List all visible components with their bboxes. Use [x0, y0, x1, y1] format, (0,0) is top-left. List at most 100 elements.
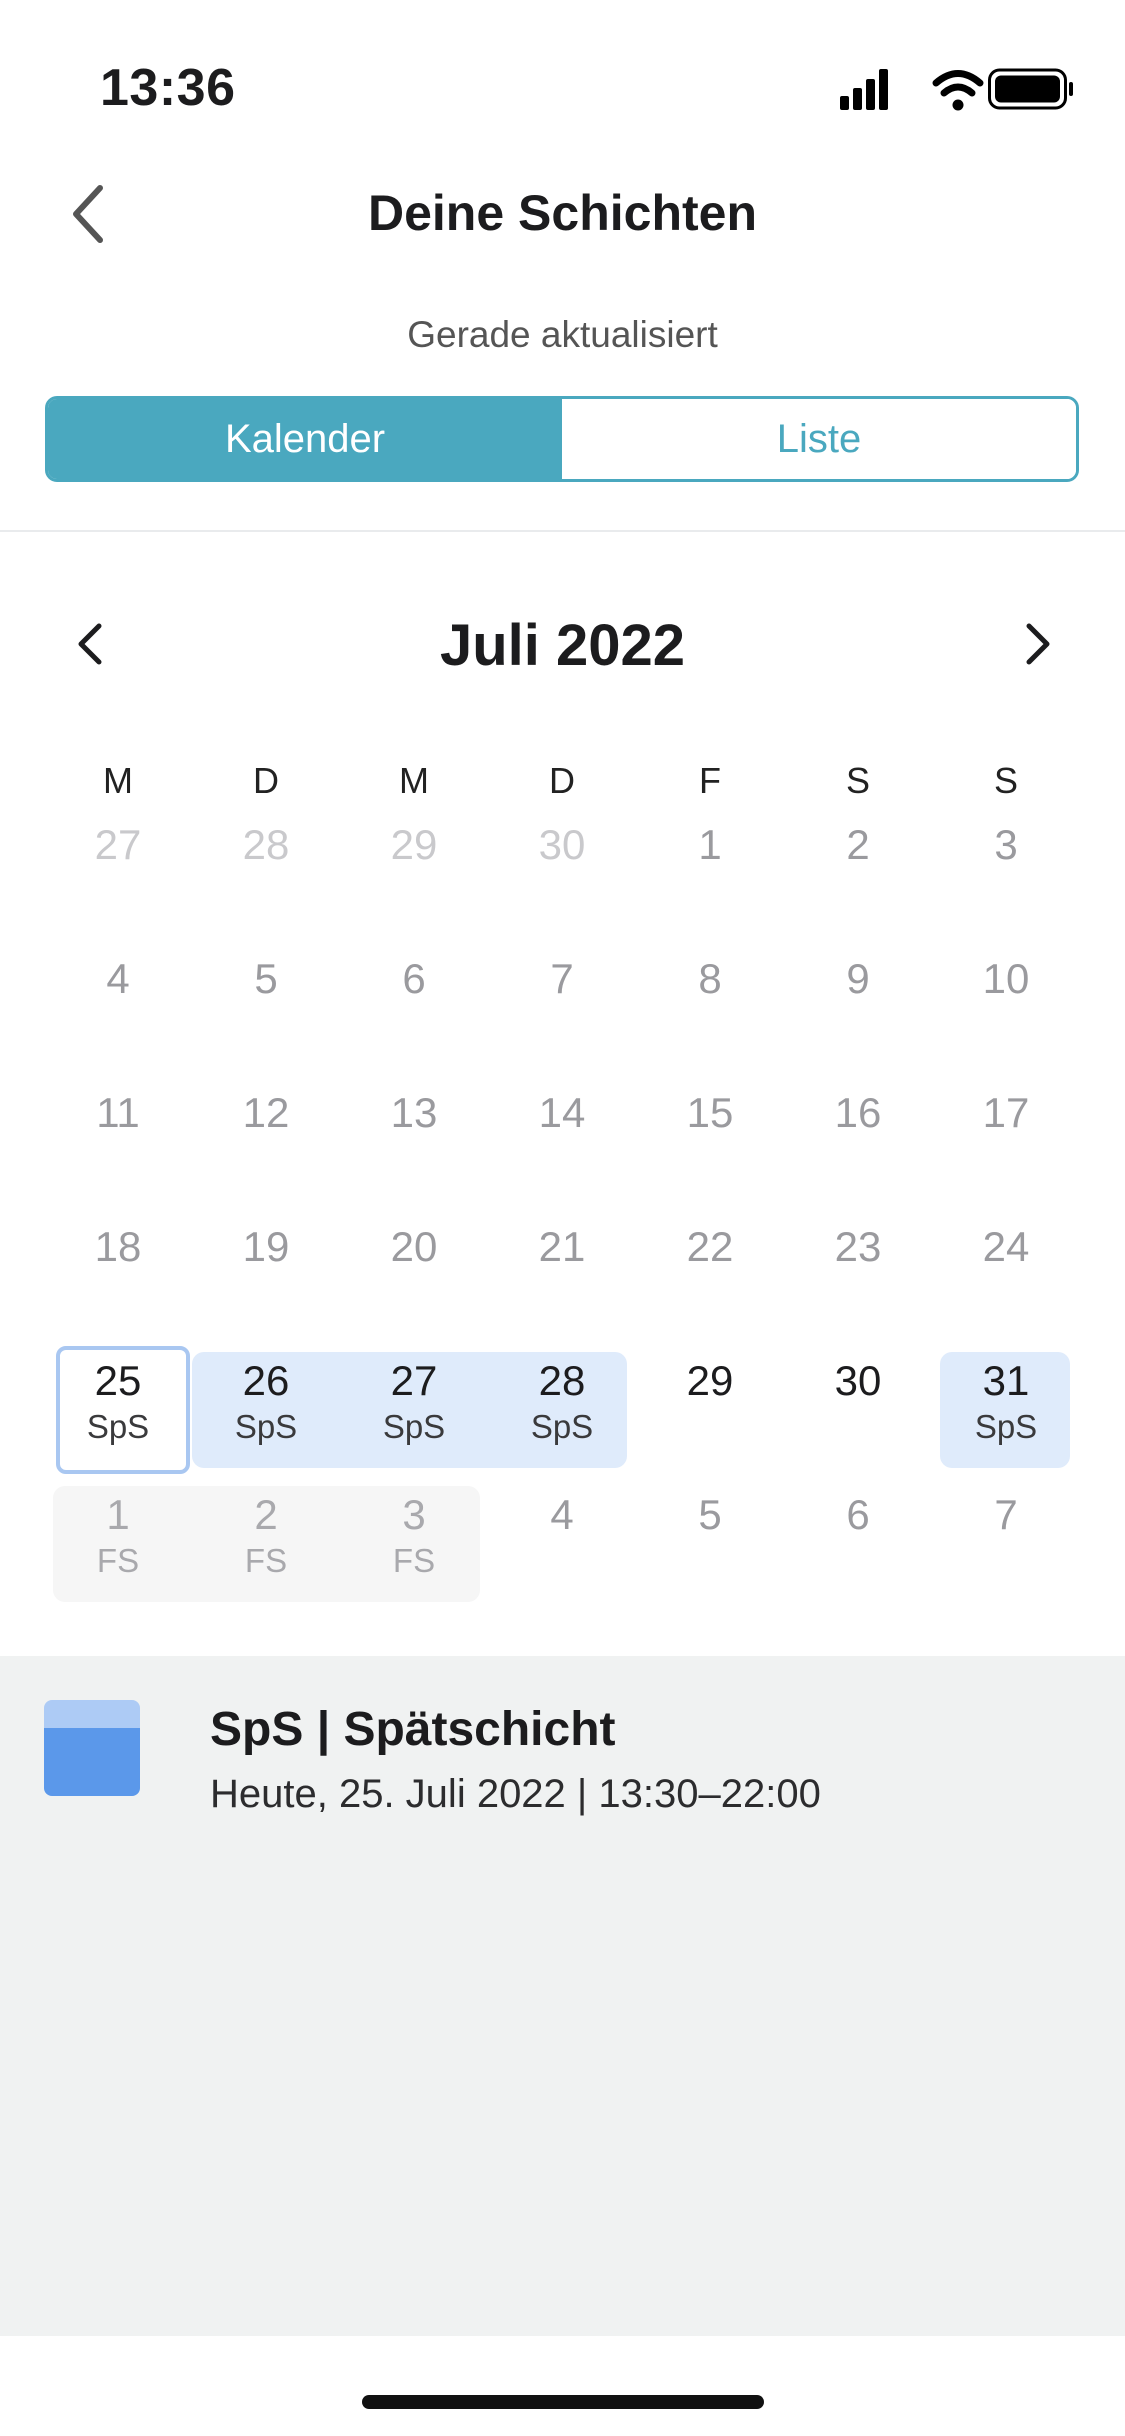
day-number: 29: [686, 1357, 734, 1404]
calendar-day[interactable]: 4: [44, 944, 192, 1064]
calendar-day[interactable]: 1: [636, 810, 784, 930]
calendar-day[interactable]: 29: [340, 810, 488, 930]
calendar-day[interactable]: 30: [784, 1346, 932, 1466]
shift-color-swatch: [44, 1700, 140, 1796]
calendar-day[interactable]: 28 SpS: [488, 1346, 636, 1466]
shift-code-label: FS: [392, 1542, 436, 1579]
calendar-day[interactable]: 14: [488, 1078, 636, 1198]
day-number: 31: [982, 1357, 1030, 1404]
month-title: Juli 2022: [439, 613, 686, 678]
shift-code-label: SpS: [382, 1408, 446, 1445]
calendar-day[interactable]: 24: [932, 1212, 1080, 1332]
day-number: 24: [982, 1223, 1030, 1270]
divider: [0, 530, 1125, 532]
day-number: 20: [390, 1223, 438, 1270]
calendar-day[interactable]: 26 SpS: [192, 1346, 340, 1466]
day-number: 16: [834, 1089, 882, 1136]
calendar-day[interactable]: 19: [192, 1212, 340, 1332]
calendar-day[interactable]: 6: [340, 944, 488, 1064]
shift-color-swatch-bottom: [44, 1728, 140, 1796]
calendar-day[interactable]: 6: [784, 1480, 932, 1600]
page-title: Deine Schichten: [368, 185, 757, 241]
calendar-day[interactable]: 27: [44, 810, 192, 930]
status-time: 13:36: [100, 59, 236, 117]
weekday-label: F: [699, 760, 721, 801]
calendar-day[interactable]: 12: [192, 1078, 340, 1198]
weekday-label: D: [549, 760, 575, 801]
day-number: 5: [254, 955, 278, 1002]
calendar-day[interactable]: 5: [192, 944, 340, 1064]
calendar-day[interactable]: 4: [488, 1480, 636, 1600]
calendar-day[interactable]: 29: [636, 1346, 784, 1466]
day-number: 23: [834, 1223, 882, 1270]
day-number: 5: [698, 1491, 722, 1538]
tab-list[interactable]: Liste: [562, 399, 1076, 479]
calendar-day[interactable]: 2: [784, 810, 932, 930]
day-number: 26: [242, 1357, 290, 1404]
signal-icon: [840, 69, 888, 110]
day-number: 30: [834, 1357, 882, 1404]
calendar-day[interactable]: 18: [44, 1212, 192, 1332]
tab-calendar[interactable]: Kalender: [48, 399, 562, 479]
calendar-day[interactable]: 13: [340, 1078, 488, 1198]
calendar-day-today[interactable]: 25 SpS: [44, 1346, 192, 1466]
day-number: 27: [390, 1357, 438, 1404]
last-updated-text: Gerade aktualisiert: [407, 314, 718, 355]
calendar-day[interactable]: 10: [932, 944, 1080, 1064]
calendar-day[interactable]: 15: [636, 1078, 784, 1198]
weekday-label: D: [253, 760, 279, 801]
day-number: 1: [106, 1491, 130, 1538]
shift-color-swatch-top: [44, 1700, 140, 1728]
calendar-day[interactable]: 22: [636, 1212, 784, 1332]
shift-time: Heute, 25. Juli 2022 | 13:30–22:00: [210, 1772, 821, 1816]
calendar-day[interactable]: 27 SpS: [340, 1346, 488, 1466]
day-number: 7: [994, 1491, 1018, 1538]
day-number: 14: [538, 1089, 586, 1136]
day-number: 3: [994, 821, 1018, 868]
chevron-right-icon: [1026, 623, 1050, 665]
day-number: 8: [698, 955, 722, 1002]
next-month-button[interactable]: [998, 604, 1078, 684]
day-number: 28: [538, 1357, 586, 1404]
calendar-day[interactable]: 17: [932, 1078, 1080, 1198]
day-number: 12: [242, 1089, 290, 1136]
weekday-label: S: [993, 760, 1018, 801]
calendar-day[interactable]: 5: [636, 1480, 784, 1600]
calendar-day[interactable]: 16: [784, 1078, 932, 1198]
calendar-day[interactable]: 7: [488, 944, 636, 1064]
day-number: 6: [846, 1491, 870, 1538]
calendar-day[interactable]: 2 FS: [192, 1480, 340, 1600]
calendar-day[interactable]: 28: [192, 810, 340, 930]
calendar-day[interactable]: 31 SpS: [932, 1346, 1080, 1466]
calendar-day[interactable]: 7: [932, 1480, 1080, 1600]
day-number: 19: [242, 1223, 290, 1270]
battery-icon: [988, 68, 1073, 110]
shift-title: SpS | Spätschicht: [210, 1703, 616, 1756]
calendar-day[interactable]: 11: [44, 1078, 192, 1198]
day-number: 6: [402, 955, 426, 1002]
shift-code-label: SpS: [234, 1408, 298, 1445]
day-number: 17: [982, 1089, 1030, 1136]
shift-code-label: SpS: [974, 1408, 1038, 1445]
day-number: 9: [846, 955, 870, 1002]
calendar-day[interactable]: 3: [932, 810, 1080, 930]
view-switch: Kalender Liste: [45, 396, 1079, 482]
calendar-day[interactable]: 21: [488, 1212, 636, 1332]
calendar-day[interactable]: 20: [340, 1212, 488, 1332]
calendar-day[interactable]: 30: [488, 810, 636, 930]
calendar-day[interactable]: 8: [636, 944, 784, 1064]
calendar-day[interactable]: 23: [784, 1212, 932, 1332]
calendar-day[interactable]: 9: [784, 944, 932, 1064]
shift-entry[interactable]: SpS | Spätschicht Heute, 25. Juli 2022 |…: [44, 1700, 1094, 1830]
day-number: 10: [982, 955, 1030, 1002]
day-number: 29: [390, 821, 438, 868]
day-number: 28: [242, 821, 290, 868]
wifi-icon: [932, 70, 984, 111]
home-indicator: [362, 2395, 764, 2409]
day-number: 30: [538, 821, 586, 868]
calendar-day[interactable]: 3 FS: [340, 1480, 488, 1600]
shift-code-label: SpS: [86, 1408, 150, 1445]
shift-code-label: SpS: [530, 1408, 594, 1445]
calendar-day[interactable]: 1 FS: [44, 1480, 192, 1600]
shift-code-label: FS: [244, 1542, 288, 1579]
